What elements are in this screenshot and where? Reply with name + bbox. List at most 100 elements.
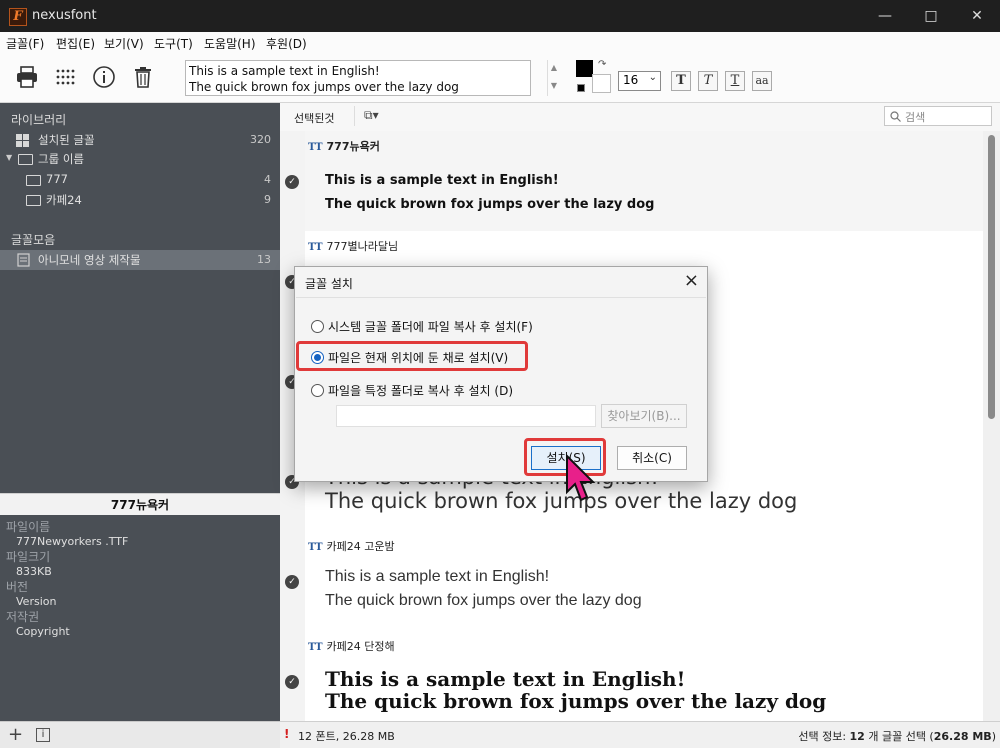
font-card[interactable]: ✓ TT 777뉴욕커 This is a sample text in Engl…: [280, 131, 983, 232]
highlight-box: [296, 341, 528, 371]
menu-view[interactable]: 보기(V): [104, 35, 144, 52]
sidebar-item-group[interactable]: ▼ 그룹 이름: [0, 149, 280, 169]
group-label: 그룹 이름: [38, 152, 84, 166]
font-name: 카페24 단정해: [326, 640, 395, 653]
font-name: 777뉴욕커: [326, 140, 380, 153]
fonts-info: 12 폰트, 26.28 MB: [298, 730, 395, 743]
font-size-select[interactable]: 16 ⌄: [618, 71, 661, 91]
copyright-value: Copyright: [16, 625, 70, 638]
status-bar: ! 12 폰트, 26.28 MB 선택 정보: 12 개 글꼴 선택 (26.…: [280, 721, 1000, 748]
truetype-icon: TT: [308, 542, 323, 553]
tag-icon[interactable]: ⧉▾: [364, 108, 379, 123]
reset-colors-icon[interactable]: [577, 84, 585, 92]
folder-icon: [26, 195, 41, 206]
sidebar-item-cafe24[interactable]: 카페24 9: [0, 190, 280, 210]
collection-icon: [17, 253, 30, 267]
sample-scrollbar[interactable]: ▲ ▼: [547, 60, 560, 96]
version-label: 버전: [6, 580, 29, 594]
list-toolbar: 선택된것 ⧉▾ 검색: [280, 103, 1000, 132]
italic-button[interactable]: T: [698, 71, 718, 91]
add-icon[interactable]: +: [8, 724, 23, 745]
menu-support[interactable]: 후원(D): [266, 35, 307, 52]
folder-path-input[interactable]: [336, 405, 596, 427]
search-input[interactable]: 검색: [884, 106, 992, 126]
close-icon[interactable]: ×: [684, 270, 699, 291]
sidebar: 라이브러리 설치된 글꼴 320 ▼ 그룹 이름 777 4 카페24 9 글꼴…: [0, 103, 280, 493]
font-preview-line2: The quick brown fox jumps over the lazy …: [325, 689, 827, 713]
selected-filter[interactable]: 선택된것: [294, 110, 334, 126]
maximize-button[interactable]: □: [908, 0, 954, 32]
search-placeholder: 검색: [905, 111, 926, 124]
version-value: Version: [16, 595, 57, 608]
font-card[interactable]: ✓ TT 카페24 단정해 This is a sample text in En…: [280, 631, 983, 721]
minimize-button[interactable]: —: [862, 0, 908, 32]
filesize-label: 파일크기: [6, 550, 51, 564]
font-name: 777별나라달님: [326, 240, 399, 253]
font-card[interactable]: ✓ TT 카페24 고운밤 This is a sample text in En…: [280, 531, 983, 632]
option-folder-copy[interactable]: 파일을 특정 폴더로 복사 후 설치 (D): [311, 382, 513, 400]
sample-text-input[interactable]: This is a sample text in English! The qu…: [185, 60, 531, 96]
group-777-count: 4: [264, 173, 271, 186]
windows-icon: [16, 134, 29, 147]
browse-button[interactable]: 찾아보기(B)...: [601, 404, 687, 428]
font-preview-line1: This is a sample text in English!: [325, 568, 550, 585]
menu-bar: 글꼴(F) 편집(E) 보기(V) 도구(T) 도움말(H) 후원(D): [0, 32, 1000, 54]
font-size-value: 16: [623, 73, 639, 87]
scrollbar-thumb[interactable]: [988, 135, 995, 419]
selection-info: 선택 정보: 12 개 글꼴 선택 (26.28 MB): [798, 730, 996, 743]
radio-icon[interactable]: [311, 320, 324, 333]
toolbar: This is a sample text in English! The qu…: [0, 54, 1000, 103]
filesize-value: 833KB: [16, 565, 52, 578]
case-button[interactable]: aa: [752, 71, 772, 91]
group-cafe24-count: 9: [264, 193, 271, 206]
close-window-button[interactable]: ✕: [954, 0, 1000, 32]
font-preview-line2: The quick brown fox jumps over the lazy …: [325, 197, 655, 212]
truetype-icon: TT: [308, 642, 323, 653]
grid-view-icon[interactable]: [53, 64, 79, 90]
print-icon[interactable]: [14, 64, 40, 90]
installed-count: 320: [250, 133, 271, 146]
font-preview-line1: This is a sample text in English!: [325, 173, 559, 188]
underline-button[interactable]: T: [725, 71, 745, 91]
swap-colors-icon[interactable]: ↷: [598, 59, 606, 70]
warning-icon: !: [284, 727, 290, 741]
list-scrollbar[interactable]: [983, 131, 1000, 721]
truetype-icon: TT: [308, 142, 323, 153]
radio-icon[interactable]: [311, 384, 324, 397]
search-icon: [890, 111, 901, 122]
expand-icon[interactable]: ▼: [6, 153, 12, 162]
sidebar-item-installed[interactable]: 설치된 글꼴 320: [0, 130, 280, 150]
check-icon[interactable]: ✓: [285, 575, 299, 589]
font-info-header: 777뉴욕커: [0, 493, 280, 517]
scroll-down-icon[interactable]: ▼: [548, 81, 560, 90]
sidebar-footer: + i: [0, 721, 280, 748]
app-icon: F: [9, 8, 27, 26]
font-name: 카페24 고운밤: [326, 540, 395, 553]
sample-text-line1: This is a sample text in English!: [189, 64, 380, 78]
title-bar: F nexusfont — □ ✕: [0, 0, 1000, 32]
scroll-up-icon[interactable]: ▲: [548, 63, 560, 72]
group-777-label: 777: [46, 172, 68, 186]
library-header: 라이브러리: [11, 113, 67, 127]
menu-font[interactable]: 글꼴(F): [6, 35, 44, 52]
sidebar-item-777[interactable]: 777 4: [0, 170, 280, 190]
bold-button[interactable]: T: [671, 71, 691, 91]
sidebar-item-collection[interactable]: 아니모네 영상 제작물 13: [0, 250, 280, 270]
check-icon[interactable]: ✓: [285, 675, 299, 689]
menu-help[interactable]: 도움말(H): [204, 35, 256, 52]
check-icon[interactable]: ✓: [285, 175, 299, 189]
collection-count: 13: [257, 253, 271, 266]
info-small-icon[interactable]: i: [36, 728, 50, 742]
menu-edit[interactable]: 편집(E): [56, 35, 95, 52]
folder-icon: [26, 175, 41, 186]
foreground-color-swatch[interactable]: [576, 60, 593, 77]
folder-icon: [18, 154, 33, 165]
option-system-copy[interactable]: 시스템 글꼴 폴더에 파일 복사 후 설치(F): [311, 318, 533, 336]
info-icon[interactable]: [91, 64, 117, 90]
background-color-swatch[interactable]: [592, 74, 611, 93]
menu-tools[interactable]: 도구(T): [154, 35, 193, 52]
trash-icon[interactable]: [130, 64, 156, 90]
font-info-panel: 파일이름 777Newyorkers .TTF 파일크기 833KB 버전 Ve…: [0, 515, 280, 721]
sample-text-line2: The quick brown fox jumps over the lazy …: [189, 80, 459, 94]
cancel-button[interactable]: 취소(C): [617, 446, 687, 470]
